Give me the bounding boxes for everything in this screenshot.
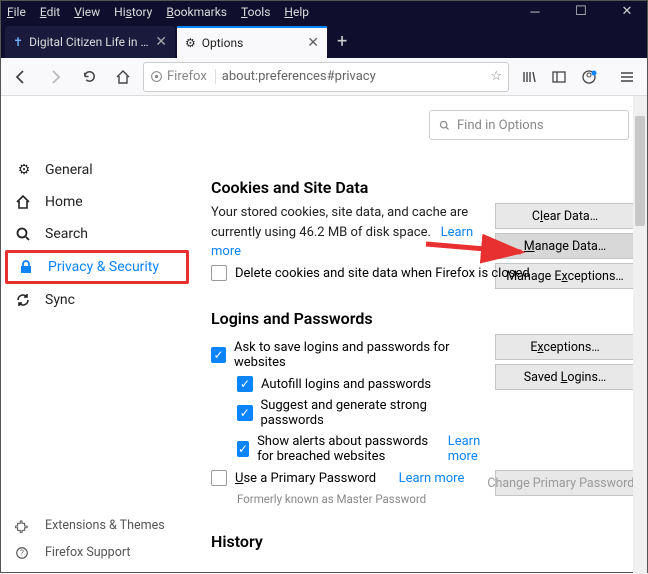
maximize-button[interactable]: ☐ xyxy=(567,4,595,20)
home-icon xyxy=(15,194,33,210)
menubar: File Edit View History Bookmarks Tools H… xyxy=(1,1,647,23)
navbar: Firefox about:preferences#privacy ☆ xyxy=(1,58,647,96)
library-button[interactable] xyxy=(515,63,543,91)
sidebar-item-sync[interactable]: Sync xyxy=(1,284,193,316)
back-button[interactable] xyxy=(7,63,35,91)
scrollbar-thumb[interactable] xyxy=(635,116,645,226)
scrollbar[interactable] xyxy=(633,96,647,574)
ask-save-label: Ask to save logins and passwords for web… xyxy=(234,340,485,370)
menu-file[interactable]: File xyxy=(7,5,26,19)
ask-save-checkbox[interactable]: ✓ xyxy=(211,347,226,363)
sidebar-item-home[interactable]: Home xyxy=(1,186,193,218)
search-icon xyxy=(15,226,33,242)
tab-bar: ✝ Digital Citizen Life in a digital w ✕ … xyxy=(1,23,647,58)
reload-button[interactable] xyxy=(75,63,103,91)
bookmark-star-icon[interactable]: ☆ xyxy=(490,69,502,84)
alerts-label: Show alerts about passwords for breached… xyxy=(257,434,428,464)
tab-icon: ✝ xyxy=(13,35,23,49)
lock-icon xyxy=(18,259,36,275)
forward-button[interactable] xyxy=(41,63,69,91)
identity-box[interactable]: Firefox xyxy=(150,69,216,84)
home-button[interactable] xyxy=(109,63,137,91)
cookies-heading: Cookies and Site Data xyxy=(211,178,635,197)
primary-note: Formerly known as Master Password xyxy=(237,492,485,506)
primary-password-label: Use a Primary Password xyxy=(235,471,376,486)
close-tab-icon[interactable]: ✕ xyxy=(307,35,319,51)
menu-bookmarks[interactable]: Bookmarks xyxy=(166,5,227,19)
preferences-sidebar: ⚙ General Home Search Privacy & Security… xyxy=(1,96,193,574)
cookies-section: Cookies and Site Data Your stored cookie… xyxy=(193,178,647,281)
gear-icon: ⚙ xyxy=(15,162,33,178)
autofill-checkbox[interactable]: ✓ xyxy=(237,376,253,392)
alerts-learn-more-link[interactable]: Learn more xyxy=(448,434,485,464)
close-tab-icon[interactable]: ✕ xyxy=(155,34,167,50)
sidebar-button[interactable] xyxy=(545,63,573,91)
delete-on-close-label: Delete cookies and site data when Firefo… xyxy=(235,266,530,281)
close-window-button[interactable]: ✕ xyxy=(613,4,641,20)
tab-options[interactable]: ⚙ Options ✕ xyxy=(177,26,327,58)
delete-on-close-checkbox[interactable] xyxy=(211,265,227,281)
menu-tools[interactable]: Tools xyxy=(241,5,270,19)
hamburger-menu-button[interactable] xyxy=(613,63,641,91)
alerts-checkbox[interactable]: ✓ xyxy=(237,441,249,457)
history-heading: History xyxy=(211,532,635,551)
primary-learn-more-link[interactable]: Learn more xyxy=(399,471,465,486)
sidebar-item-search[interactable]: Search xyxy=(1,218,193,250)
suggest-checkbox[interactable]: ✓ xyxy=(237,405,253,421)
puzzle-icon xyxy=(15,519,33,533)
url-text: about:preferences#privacy xyxy=(222,69,485,84)
tab-title: Digital Citizen Life in a digital w xyxy=(29,35,149,49)
sidebar-item-extensions[interactable]: Extensions & Themes xyxy=(1,512,193,539)
logins-section: Logins and Passwords ✓ Ask to save login… xyxy=(193,309,647,506)
menu-history[interactable]: History xyxy=(114,5,152,19)
autofill-label: Autofill logins and passwords xyxy=(261,377,431,392)
clear-data-button[interactable]: Clear Data… xyxy=(495,203,635,229)
minimize-button[interactable]: ─ xyxy=(521,4,549,20)
history-section: History xyxy=(193,532,647,551)
manage-data-button[interactable]: Manage Data… xyxy=(495,233,635,259)
sidebar-item-privacy-security[interactable]: Privacy & Security xyxy=(5,250,189,284)
primary-password-checkbox[interactable] xyxy=(211,470,227,486)
tab-title: Options xyxy=(202,36,302,50)
url-bar[interactable]: Firefox about:preferences#privacy ☆ xyxy=(143,62,509,92)
sync-icon xyxy=(15,292,33,308)
suggest-label: Suggest and generate strong passwords xyxy=(261,398,486,428)
menu-view[interactable]: View xyxy=(74,5,100,19)
gear-icon: ⚙ xyxy=(185,36,196,50)
svg-text:?: ? xyxy=(20,548,24,557)
menu-edit[interactable]: Edit xyxy=(40,5,60,19)
search-icon xyxy=(438,119,451,132)
account-button[interactable] xyxy=(575,63,603,91)
find-in-options-input[interactable]: Find in Options xyxy=(429,110,629,140)
cookies-description: Your stored cookies, site data, and cach… xyxy=(211,203,485,262)
help-icon: ? xyxy=(15,546,33,560)
tab-digital-citizen[interactable]: ✝ Digital Citizen Life in a digital w ✕ xyxy=(5,26,175,58)
menu-help[interactable]: Help xyxy=(284,5,309,19)
firefox-icon xyxy=(150,70,163,83)
logins-exceptions-button[interactable]: Exceptions… xyxy=(495,334,635,360)
saved-logins-button[interactable]: Saved Logins… xyxy=(495,364,635,390)
sidebar-item-general[interactable]: ⚙ General xyxy=(1,154,193,186)
content: ⚙ General Home Search Privacy & Security… xyxy=(1,96,647,574)
main-panel: Find in Options Cookies and Site Data Yo… xyxy=(193,96,647,574)
change-primary-password-button[interactable]: Change Primary Password… xyxy=(495,470,635,496)
logins-heading: Logins and Passwords xyxy=(211,309,635,328)
sidebar-item-support[interactable]: ? Firefox Support xyxy=(1,539,193,566)
new-tab-button[interactable]: + xyxy=(327,25,357,58)
